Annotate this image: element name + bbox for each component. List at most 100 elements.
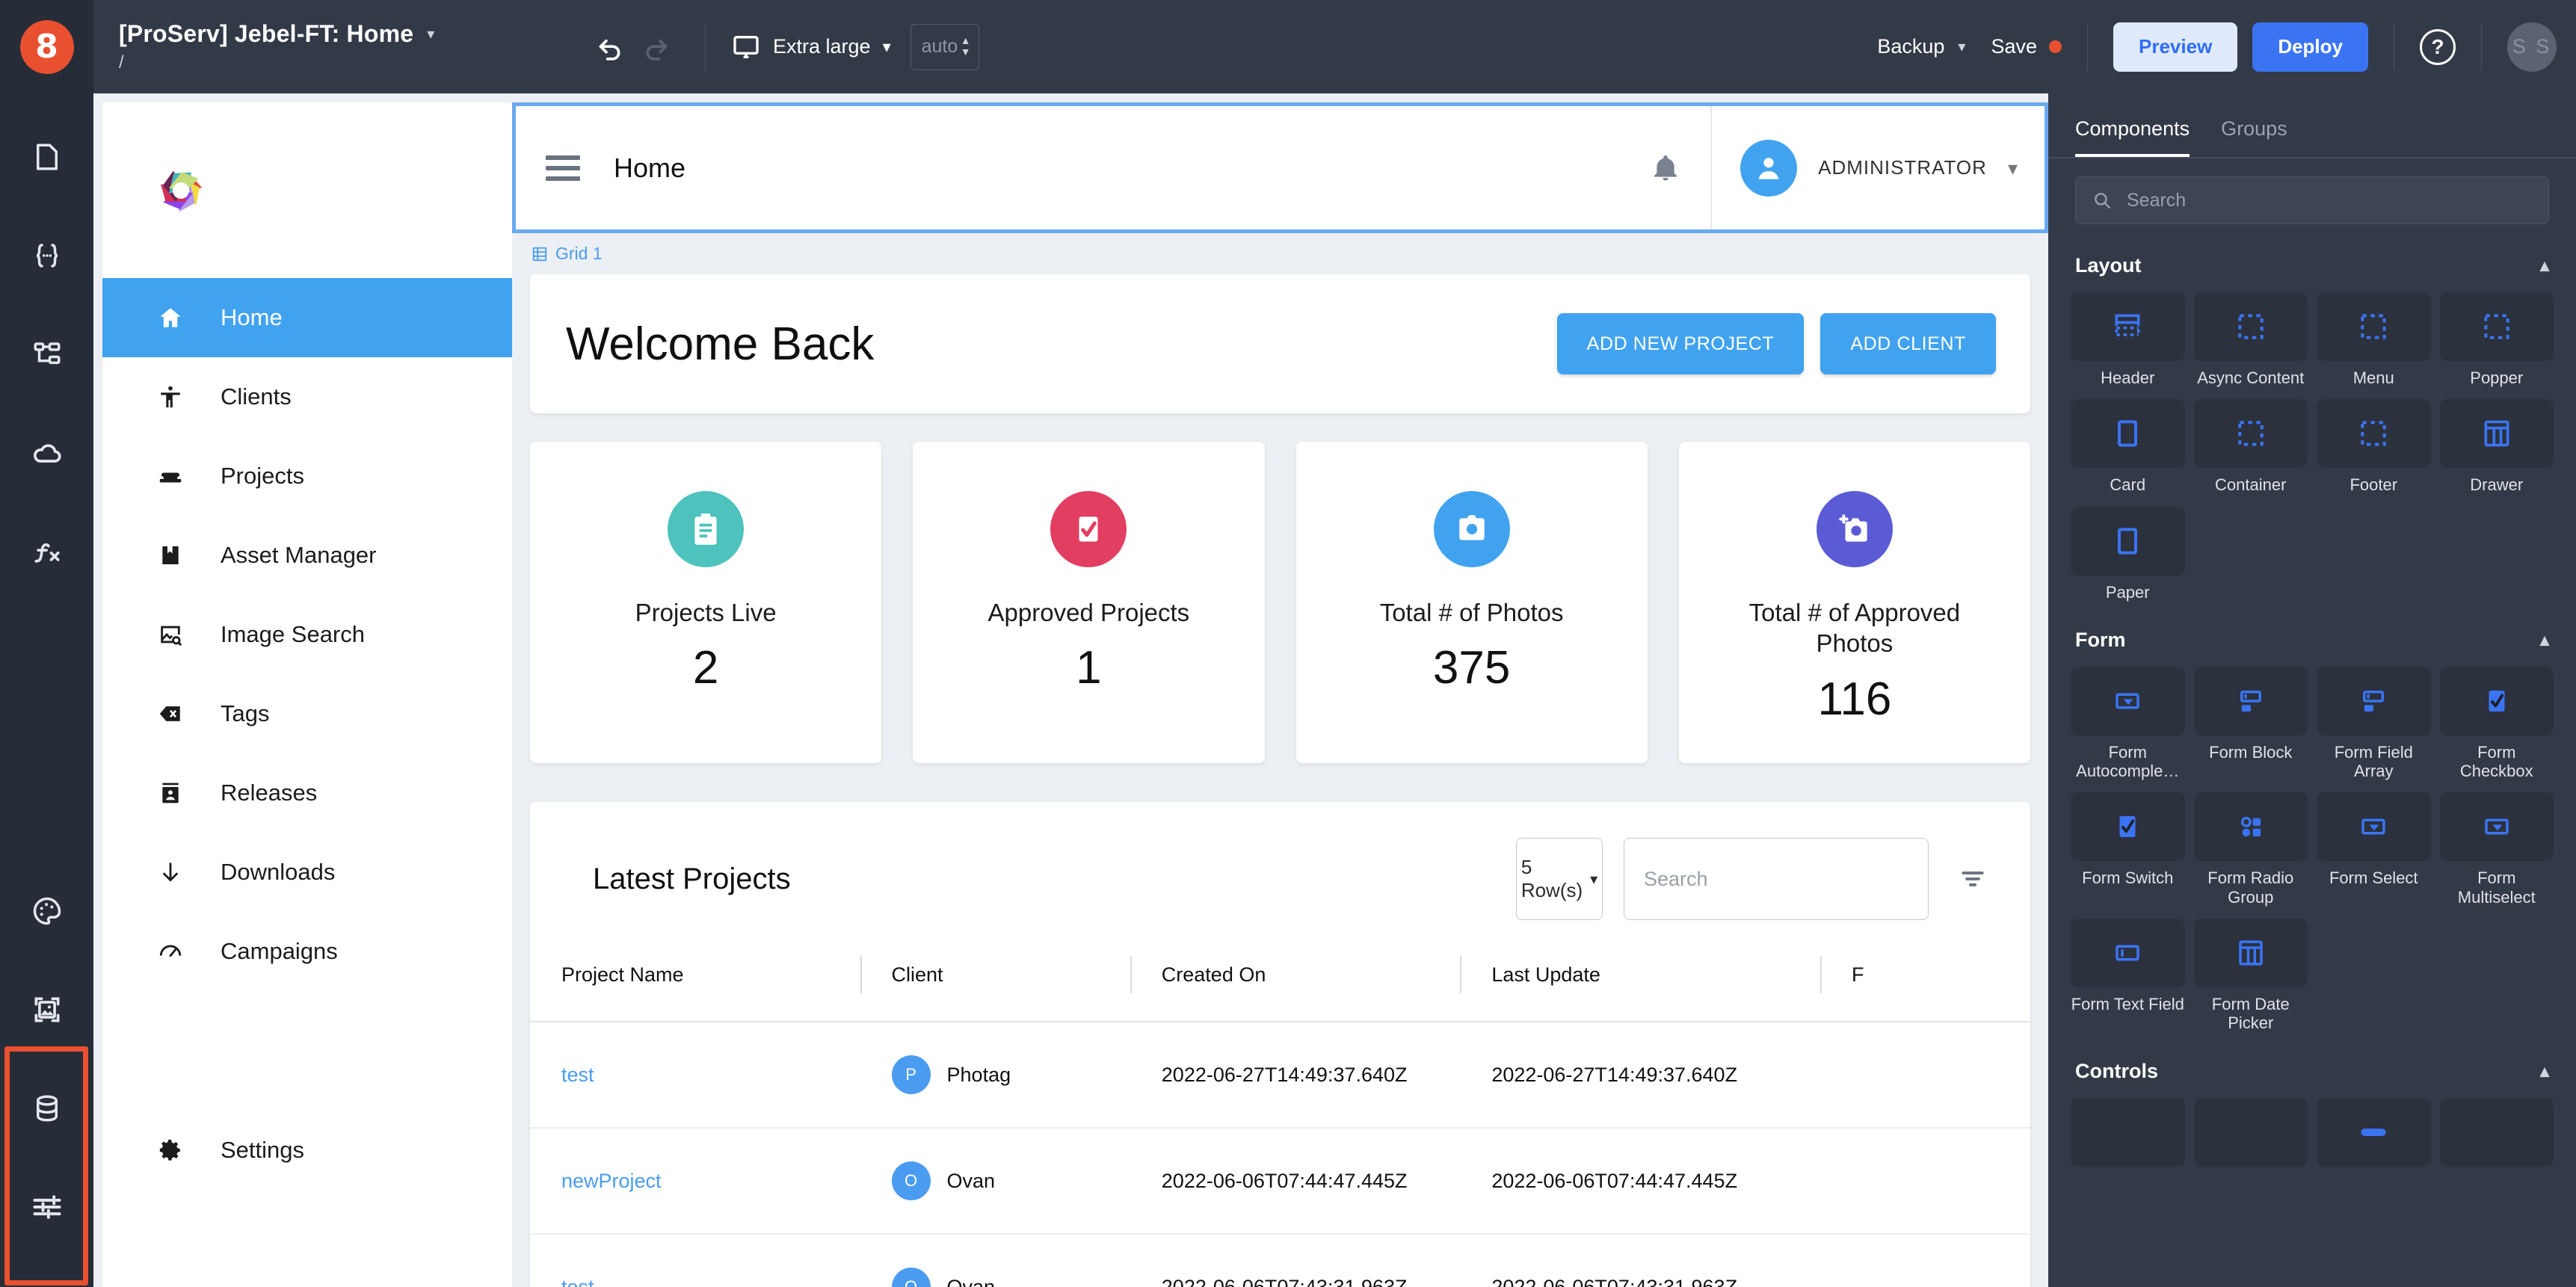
avatar[interactable]: S S (2507, 22, 2557, 72)
component-async-content[interactable]: Async Content (2193, 292, 2308, 387)
table-header-row: Project Name Client Created On Last Upda… (530, 950, 2030, 1022)
chevron-up-icon[interactable]: ▴ (2540, 255, 2549, 277)
component-paper[interactable]: Paper (2071, 506, 2185, 602)
table-row[interactable]: test O Ovan 2022-06-06T07:43:31.963Z 2022… (530, 1234, 2030, 1287)
redo-icon[interactable] (633, 24, 680, 70)
component-footer[interactable]: Footer (2317, 399, 2431, 494)
column-header[interactable]: F (1819, 950, 2030, 1022)
sliders-icon[interactable] (24, 1184, 70, 1230)
component-drawer[interactable]: Drawer (2439, 399, 2554, 494)
table-row[interactable]: newProject O Ovan 2022-06-06T07:44:47.445… (530, 1128, 2030, 1235)
project-name-link[interactable]: test (561, 1276, 594, 1287)
filter-icon[interactable] (1950, 865, 1996, 893)
column-header[interactable]: Last Update (1460, 950, 1820, 1022)
chevron-down-icon[interactable]: ▾ (427, 27, 434, 42)
sidebar-item-label: Campaigns (221, 938, 338, 964)
preview-button[interactable]: Preview (2113, 22, 2238, 72)
chevron-down-icon[interactable]: ▾ (1958, 40, 1965, 55)
component-form-autocomplete[interactable]: Form Autocomple… (2071, 666, 2185, 781)
component-form-switch[interactable]: Form Switch (2071, 792, 2185, 907)
component-header[interactable]: Header (2071, 292, 2185, 387)
stat-value: 1 (1076, 642, 1102, 694)
component-form-field-array[interactable]: Form Field Array (2317, 666, 2431, 781)
components-search-input[interactable]: Search (2075, 176, 2549, 224)
component-form-text-field[interactable]: Form Text Field (2071, 919, 2185, 1033)
rail-selection-highlight (4, 1046, 88, 1286)
checkbox-icon (1050, 491, 1127, 567)
project-name-link[interactable]: newProject (561, 1170, 662, 1193)
sidebar-item-settings[interactable]: Settings (102, 1111, 512, 1190)
add-client-button[interactable]: ADD CLIENT (1820, 313, 1996, 374)
deploy-button[interactable]: Deploy (2252, 22, 2368, 72)
stat-card-approved-projects: Approved Projects 1 (913, 442, 1265, 763)
image-frame-icon[interactable] (24, 987, 70, 1033)
form-block-icon (2193, 666, 2308, 735)
sidebar-item-clients[interactable]: Clients (102, 357, 512, 436)
account-menu[interactable]: ADMINISTRATOR ▾ (1712, 139, 2045, 197)
sidebar-item-releases[interactable]: Releases (102, 753, 512, 833)
save-button[interactable]: Save (1991, 35, 2037, 58)
app-header[interactable]: Home ADMINISTRATOR ▾ (512, 102, 2048, 233)
backup-button[interactable]: Backup (1877, 35, 1944, 58)
section-header-controls[interactable]: Controls ▴ (2048, 1043, 2576, 1093)
divider (705, 22, 706, 71)
component-control-4[interactable] (2439, 1097, 2554, 1167)
component-popper[interactable]: Popper (2439, 292, 2554, 387)
cloud-icon[interactable] (24, 430, 70, 476)
chevron-up-icon[interactable]: ▴ (2540, 629, 2549, 651)
add-new-project-button[interactable]: ADD NEW PROJECT (1556, 313, 1805, 374)
database-icon[interactable] (24, 1085, 70, 1132)
project-name-link[interactable]: test (561, 1064, 594, 1087)
component-card[interactable]: Card (2071, 399, 2185, 494)
section-header-layout[interactable]: Layout ▴ (2048, 238, 2576, 288)
component-control-2[interactable] (2193, 1097, 2308, 1167)
code-braces-icon[interactable] (24, 232, 70, 279)
sidebar-item-downloads[interactable]: Downloads (102, 833, 512, 912)
projects-search-input[interactable]: Search (1624, 838, 1929, 920)
sidebar-item-image-search[interactable]: Image Search (102, 595, 512, 674)
breadcrumb: / (119, 52, 124, 72)
grid-badge[interactable]: Grid 1 (512, 233, 2048, 274)
rows-per-page-select[interactable]: 5 Row(s) ▾ (1516, 838, 1603, 920)
component-form-multiselect[interactable]: Form Multiselect (2439, 792, 2554, 907)
component-form-radio-group[interactable]: Form Radio Group (2193, 792, 2308, 907)
projects-search-placeholder: Search (1644, 867, 1708, 890)
page-icon[interactable] (24, 134, 70, 180)
sidebar-item-campaigns[interactable]: Campaigns (102, 912, 512, 991)
sidebar-item-tags[interactable]: Tags (102, 674, 512, 753)
section-header-form[interactable]: Form ▴ (2048, 612, 2576, 662)
component-form-select[interactable]: Form Select (2317, 792, 2431, 907)
component-form-block[interactable]: Form Block (2193, 666, 2308, 781)
component-control-1[interactable] (2071, 1097, 2185, 1167)
component-form-date-picker[interactable]: Form Date Picker (2193, 919, 2308, 1033)
component-form-checkbox[interactable]: Form Checkbox (2439, 666, 2554, 781)
tab-components[interactable]: Components (2075, 110, 2190, 157)
undo-icon[interactable] (587, 24, 633, 70)
help-icon[interactable]: ? (2420, 28, 2456, 65)
sidebar-item-asset-manager[interactable]: Asset Manager (102, 516, 512, 595)
stepper-arrows-icon[interactable]: ▲ ▼ (961, 35, 971, 57)
sidebar-item-home[interactable]: Home (102, 278, 512, 357)
column-header[interactable]: Created On (1130, 950, 1461, 1022)
select-box-icon (2439, 792, 2554, 862)
viewport-width-stepper[interactable]: auto ▲ ▼ (910, 23, 979, 70)
chevron-down-icon: ▾ (882, 37, 891, 56)
sidebar-item-projects[interactable]: Projects (102, 436, 512, 516)
component-container[interactable]: Container (2193, 399, 2308, 494)
palette-icon[interactable] (24, 888, 70, 934)
column-header[interactable]: Project Name (530, 950, 860, 1022)
column-header[interactable]: Client (860, 950, 1130, 1022)
function-fx-icon[interactable] (24, 528, 70, 575)
brand-logo-cell[interactable]: 8 (0, 0, 93, 93)
chevron-up-icon[interactable]: ▴ (2540, 1061, 2549, 1082)
component-control-3[interactable] (2317, 1097, 2431, 1167)
sidebar-item-label: Image Search (221, 621, 365, 647)
table-row[interactable]: test P Photag 2022-06-27T14:49:37.640Z 20… (530, 1022, 2030, 1129)
component-menu[interactable]: Menu (2317, 292, 2431, 387)
bell-icon[interactable] (1621, 153, 1710, 183)
stat-cards: Projects Live 2 Approved Projects 1 Tota… (530, 442, 2030, 763)
hamburger-icon[interactable] (546, 155, 580, 181)
viewport-size-selector[interactable]: Extra large ▾ (731, 32, 891, 62)
tab-groups[interactable]: Groups (2221, 110, 2287, 157)
sitemap-icon[interactable] (24, 331, 70, 377)
